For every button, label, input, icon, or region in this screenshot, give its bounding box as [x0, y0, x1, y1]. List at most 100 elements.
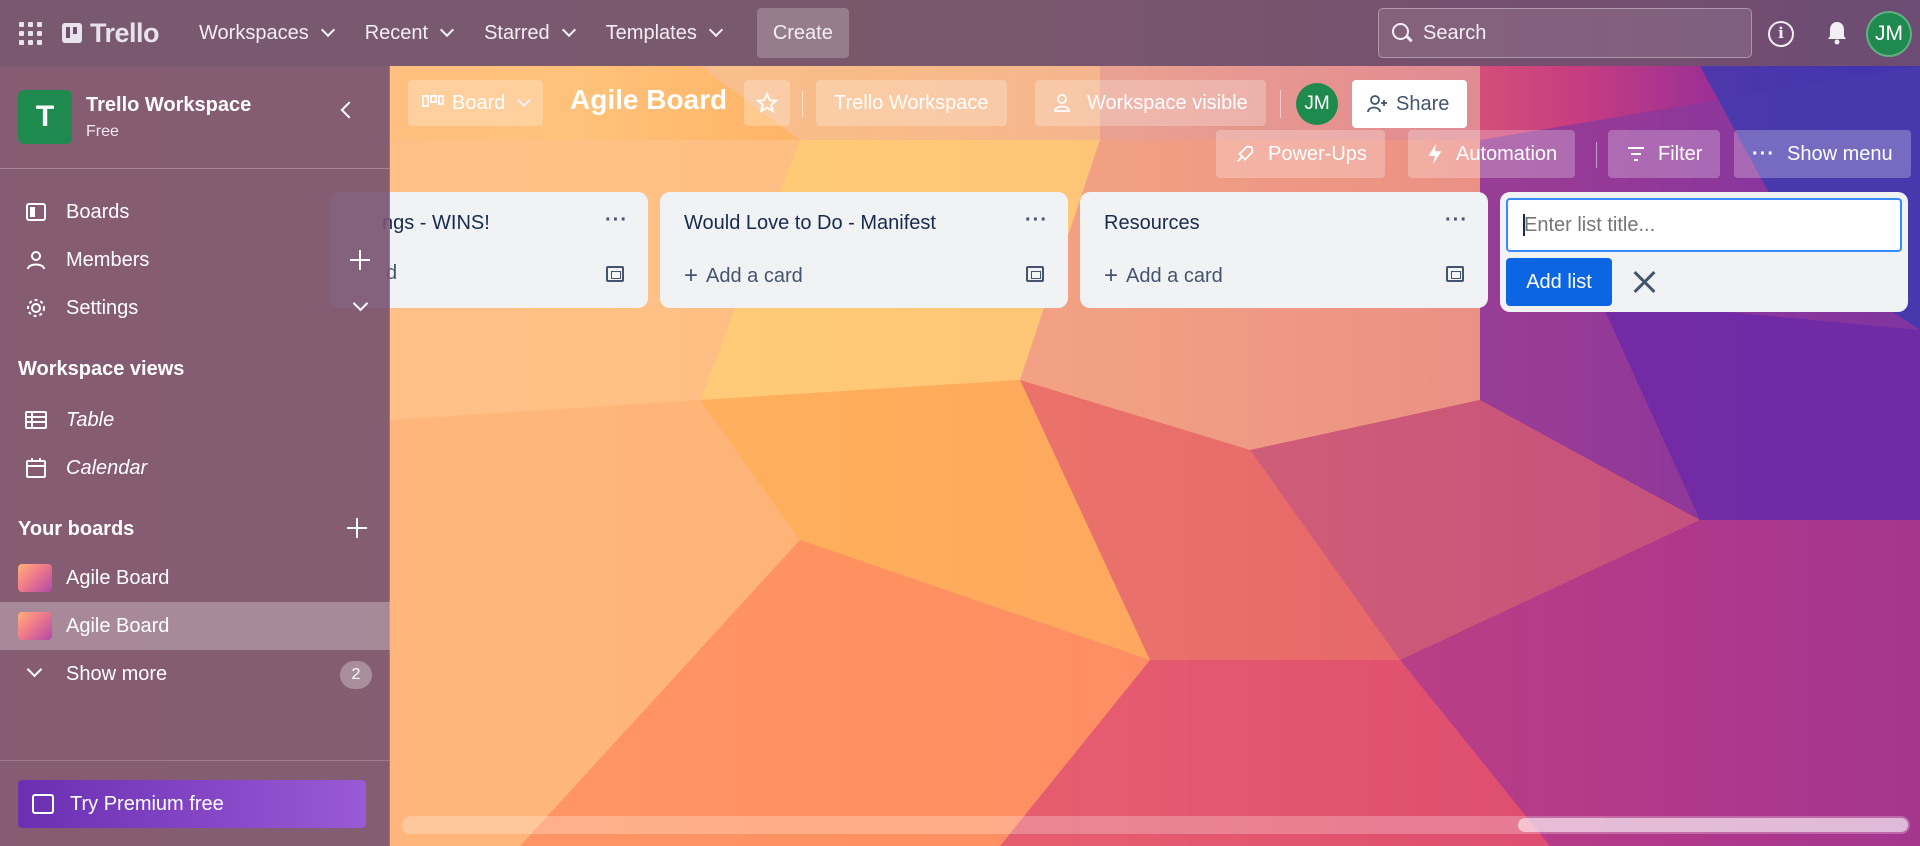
sidebar-item-table[interactable]: Table [0, 396, 390, 444]
sidebar-item-label: Calendar [66, 456, 148, 479]
star-board-button[interactable] [744, 80, 790, 126]
trello-logo-icon [62, 23, 82, 43]
chevron-down-icon [517, 92, 532, 108]
list-title[interactable]: Would Love to Do - Manifest [684, 212, 936, 235]
create-button[interactable]: Create [756, 8, 849, 58]
premium-label: Try Premium free [70, 792, 224, 815]
powerups-button[interactable]: Power-Ups [1216, 130, 1385, 178]
nav-starred[interactable]: Starred [468, 8, 590, 58]
nav-workspaces[interactable]: Workspaces [183, 8, 349, 58]
chevron-down-icon [708, 22, 723, 38]
card-template-icon[interactable] [606, 266, 624, 282]
visibility-label: Workspace visible [1087, 91, 1248, 114]
try-premium-button[interactable]: Try Premium free [18, 780, 366, 828]
board-member-avatar[interactable]: JM [1296, 83, 1338, 125]
nav-recent[interactable]: Recent [349, 8, 468, 58]
rocket-icon [1237, 145, 1254, 162]
list-title[interactable]: Resources [1104, 212, 1200, 235]
nav-label: Workspaces [199, 21, 309, 44]
board-thumbnail [18, 612, 52, 640]
chevron-down-icon [561, 22, 576, 38]
nav-templates[interactable]: Templates [590, 8, 737, 58]
board-view-switcher[interactable]: Board [408, 80, 544, 126]
add-person-icon [1367, 95, 1387, 113]
share-button[interactable]: Share [1352, 80, 1468, 128]
lightning-icon [1428, 143, 1442, 165]
plus-icon: + [684, 262, 699, 289]
add-card-label: Add a card [1126, 264, 1223, 287]
workspace-button[interactable]: Trello Workspace [816, 80, 1007, 126]
add-member-plus-icon[interactable] [350, 250, 370, 270]
filter-icon [1628, 147, 1644, 161]
trello-logo[interactable]: Trello [62, 17, 160, 49]
add-card-button[interactable]: + Add a card [1104, 262, 1223, 290]
sidebar-item-calendar[interactable]: Calendar [0, 444, 390, 492]
close-icon[interactable] [1630, 268, 1658, 296]
sidebar-board-item-active[interactable]: Agile Board [0, 602, 390, 650]
user-avatar[interactable]: JM [1866, 11, 1912, 57]
add-card-button[interactable]: + Add a card [684, 262, 803, 290]
add-list-button[interactable]: Add list [1506, 258, 1612, 306]
list-title[interactable]: ngs - WINS! [382, 212, 490, 235]
info-icon[interactable]: i [1768, 21, 1794, 47]
sidebar-board-item[interactable]: Agile Board [0, 554, 390, 602]
show-more-label: Show more [66, 662, 168, 685]
list-would-love-to-do[interactable]: Would Love to Do - Manifest ··· + Add a c… [660, 192, 1068, 308]
sidebar-item-label: Settings [66, 296, 139, 319]
text-caret [1523, 214, 1525, 236]
your-boards-heading: Your boards [18, 518, 135, 540]
chevron-down-icon [24, 661, 48, 686]
board-horizontal-scrollbar[interactable] [402, 816, 1910, 834]
sidebar-item-settings[interactable]: Settings [0, 284, 390, 332]
search-placeholder: Search [1423, 21, 1487, 44]
card-template-icon[interactable] [1026, 266, 1044, 282]
app-switcher-icon[interactable] [14, 17, 46, 49]
chevron-down-icon [440, 22, 455, 38]
list-actions-icon[interactable]: ··· [605, 209, 628, 232]
share-label: Share [1396, 92, 1450, 115]
add-card-label: Add a card [706, 264, 803, 287]
sidebar-item-label: Boards [66, 200, 130, 223]
card-template-icon[interactable] [1446, 266, 1464, 282]
board-title[interactable]: Agile Board [570, 84, 727, 116]
show-menu-button[interactable]: ··· Show menu [1734, 130, 1911, 178]
workspace-members-icon [1054, 94, 1070, 112]
filter-button[interactable]: Filter [1608, 130, 1721, 178]
list-actions-icon[interactable]: ··· [1445, 209, 1468, 232]
board-view-label: Board [452, 91, 506, 114]
search-input[interactable]: Search [1378, 8, 1752, 58]
visibility-button[interactable]: Workspace visible [1035, 80, 1266, 126]
nav-label: Recent [364, 21, 429, 44]
sidebar-item-members[interactable]: Members [0, 236, 390, 284]
show-more-toggle[interactable]: Show more 2 [0, 650, 390, 698]
list-actions-icon[interactable]: ··· [1025, 209, 1048, 232]
separator [802, 90, 803, 118]
list-title-input[interactable] [1506, 198, 1902, 252]
board-thumbnail [18, 564, 52, 592]
chevron-down-icon[interactable] [352, 295, 369, 312]
automation-button[interactable]: Automation [1408, 130, 1576, 178]
automation-label: Automation [1456, 142, 1558, 165]
table-icon [25, 411, 47, 429]
sidebar-divider [0, 760, 390, 761]
collapse-sidebar-chevron-left-icon[interactable] [340, 101, 358, 119]
sidebar-item-boards[interactable]: Boards [0, 188, 390, 236]
show-more-count-badge: 2 [340, 661, 372, 689]
notifications-bell-icon[interactable] [1826, 20, 1848, 46]
calendar-icon [26, 458, 46, 478]
board-label: Agile Board [66, 614, 170, 637]
workspace-avatar: T [18, 90, 72, 144]
scrollbar-thumb[interactable] [1518, 818, 1908, 832]
add-board-plus-icon[interactable] [347, 518, 367, 538]
premium-icon [32, 794, 54, 814]
list-resources[interactable]: Resources ··· + Add a card [1080, 192, 1488, 308]
sidebar: T Trello Workspace Free Boards Members S… [0, 66, 390, 846]
logo-text: Trello [90, 17, 160, 48]
separator [1280, 90, 1281, 118]
star-icon [756, 92, 778, 114]
sidebar-item-label: Members [66, 248, 150, 271]
add-list-composer: Add list [1500, 192, 1908, 312]
plus-icon: + [1104, 262, 1119, 289]
sidebar-item-label: Table [66, 408, 115, 431]
powerups-label: Power-Ups [1268, 142, 1367, 165]
